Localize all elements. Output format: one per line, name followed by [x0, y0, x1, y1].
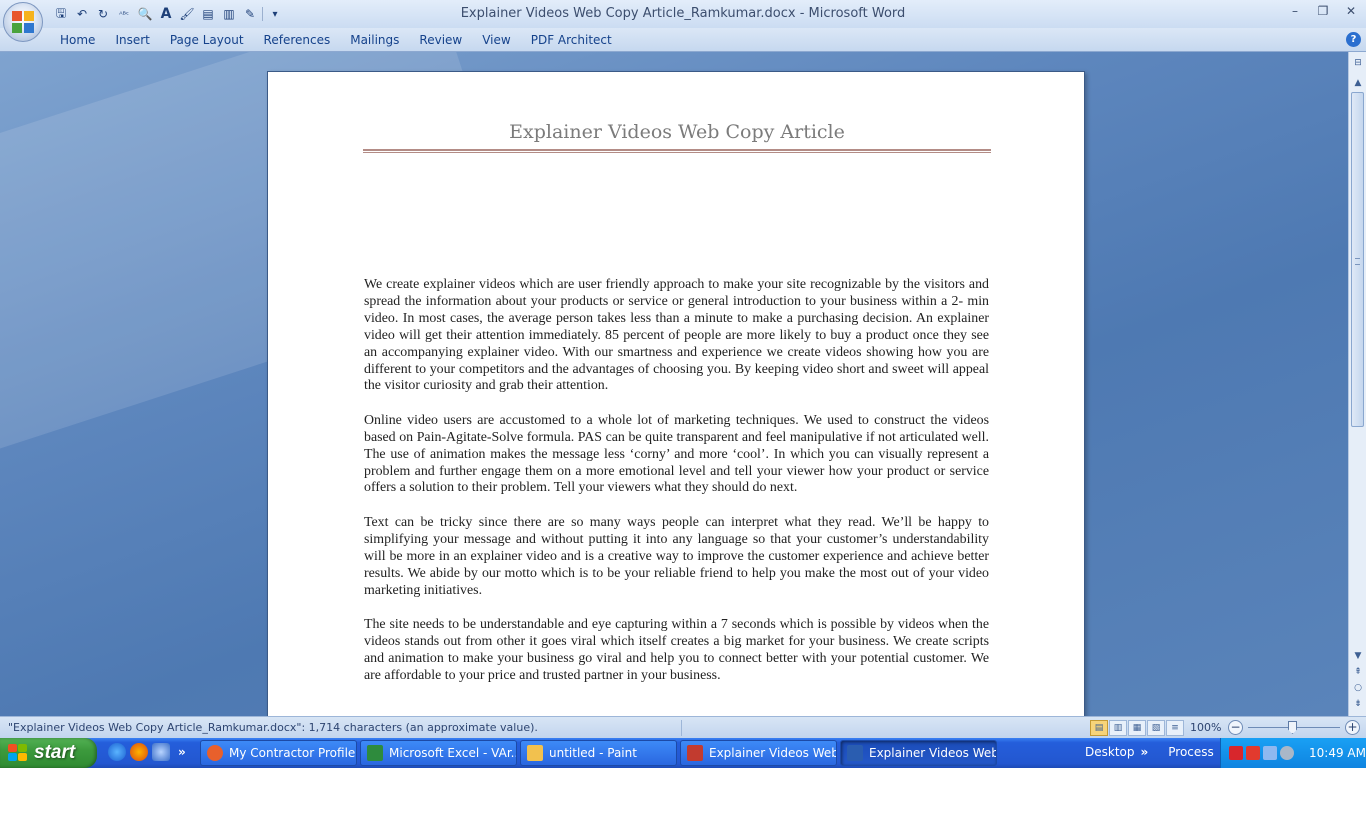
toolbar-process[interactable]: Process» — [1168, 745, 1227, 759]
task-label: Explainer Videos Web... — [869, 746, 997, 760]
ruler-toggle-icon[interactable]: ⊟ — [1351, 56, 1365, 70]
ribbon-tabs: Home Insert Page Layout References Maili… — [50, 28, 622, 52]
tab-home[interactable]: Home — [50, 28, 105, 52]
start-button[interactable]: start — [0, 738, 97, 768]
document-body: We create explainer videos which are use… — [364, 277, 989, 702]
print-layout-view-button[interactable]: ▤ — [1090, 720, 1108, 736]
windows-logo-icon — [8, 744, 28, 762]
vertical-scrollbar[interactable]: ⊟ ▲ ▼ ⇞ ○ ⇟ — [1348, 52, 1366, 716]
firefox-icon[interactable] — [130, 743, 148, 761]
task-button[interactable]: My Contractor Profile... — [200, 740, 357, 766]
excel-icon — [367, 745, 383, 761]
paragraph: Text can be tricky since there are so ma… — [364, 514, 989, 598]
next-page-button[interactable]: ⇟ — [1351, 697, 1365, 711]
task-label: Microsoft Excel - VAr... — [389, 746, 517, 760]
status-message: "Explainer Videos Web Copy Article_Ramku… — [8, 721, 538, 734]
tab-view[interactable]: View — [472, 28, 520, 52]
task-button[interactable]: Explainer Videos Web... — [680, 740, 837, 766]
browser-icon[interactable] — [152, 743, 170, 761]
task-buttons: My Contractor Profile... Microsoft Excel… — [200, 740, 997, 766]
title-bar: 🖫 ↶ ↻ ᴬᴮᶜ 🔍 A 🖌 ▤ ▥ ✎ ▾ Explainer Videos… — [0, 0, 1366, 28]
window-title: Explainer Videos Web Copy Article_Ramkum… — [460, 6, 906, 21]
document-page[interactable]: Explainer Videos Web Copy Article We cre… — [267, 71, 1085, 716]
tab-insert[interactable]: Insert — [105, 28, 159, 52]
paragraph: Online video users are accustomed to a w… — [364, 412, 989, 496]
scroll-down-button[interactable]: ▼ — [1351, 649, 1365, 663]
minimize-button[interactable]: – — [1288, 4, 1302, 18]
close-button[interactable]: ✕ — [1344, 4, 1358, 18]
restore-button[interactable]: ❐ — [1316, 4, 1330, 18]
tab-page-layout[interactable]: Page Layout — [160, 28, 254, 52]
ribbon-tab-bar: Home Insert Page Layout References Maili… — [0, 28, 1366, 52]
taskbar: start » My Contractor Profile... Microso… — [0, 738, 1366, 768]
security-icon[interactable] — [1246, 746, 1260, 760]
zoom-level[interactable]: 100% — [1190, 721, 1221, 734]
tab-mailings[interactable]: Mailings — [340, 28, 409, 52]
paint-icon — [527, 745, 543, 761]
start-label: start — [34, 742, 76, 763]
tab-references[interactable]: References — [254, 28, 341, 52]
acrobat-icon[interactable] — [1229, 746, 1243, 760]
document-title: Explainer Videos Web Copy Article — [509, 121, 845, 143]
internet-explorer-icon[interactable] — [108, 743, 126, 761]
scroll-thumb[interactable] — [1351, 92, 1364, 427]
zoom-slider-thumb[interactable] — [1288, 721, 1297, 734]
winrar-icon — [687, 745, 703, 761]
document-canvas: Explainer Videos Web Copy Article We cre… — [0, 52, 1348, 716]
outline-view-button[interactable]: ▧ — [1147, 720, 1165, 736]
office-logo-icon — [12, 11, 34, 33]
status-divider — [681, 720, 682, 736]
system-tray: 10:49 AM — [1220, 738, 1366, 768]
task-label: My Contractor Profile... — [229, 746, 357, 760]
quick-launch: » — [108, 743, 186, 761]
firefox-icon — [207, 745, 223, 761]
word-icon — [847, 745, 863, 761]
tab-review[interactable]: Review — [409, 28, 472, 52]
task-button[interactable]: untitled - Paint — [520, 740, 677, 766]
paragraph: We create explainer videos which are use… — [364, 277, 989, 394]
toolbar-desktop[interactable]: Desktop» — [1085, 745, 1148, 759]
title-underline — [363, 149, 991, 153]
scroll-up-button[interactable]: ▲ — [1351, 76, 1365, 90]
select-browse-object-button[interactable]: ○ — [1351, 681, 1365, 695]
task-label: Explainer Videos Web... — [709, 746, 837, 760]
view-buttons: ▤ ▥ ▦ ▧ ≡ — [1090, 720, 1184, 736]
previous-page-button[interactable]: ⇞ — [1351, 665, 1365, 679]
draft-view-button[interactable]: ≡ — [1166, 720, 1184, 736]
zoom-out-button[interactable]: − — [1228, 720, 1243, 735]
window-controls: – ❐ ✕ — [1288, 4, 1358, 18]
paragraph: The site needs to be understandable and … — [364, 616, 989, 683]
task-button-active[interactable]: Explainer Videos Web... — [840, 740, 997, 766]
zoom-in-button[interactable]: + — [1345, 720, 1360, 735]
clock[interactable]: 10:49 AM — [1309, 746, 1366, 760]
task-button[interactable]: Microsoft Excel - VAr... — [360, 740, 517, 766]
tab-pdf-architect[interactable]: PDF Architect — [521, 28, 622, 52]
quick-launch-more-icon[interactable]: » — [178, 745, 186, 759]
task-label: untitled - Paint — [549, 746, 637, 760]
network-icon[interactable] — [1263, 746, 1277, 760]
volume-icon[interactable] — [1280, 746, 1294, 760]
taskbar-toolbars: Desktop» Process» — [1085, 745, 1228, 759]
help-icon[interactable]: ? — [1346, 32, 1361, 47]
full-screen-reading-view-button[interactable]: ▥ — [1109, 720, 1127, 736]
status-bar: "Explainer Videos Web Copy Article_Ramku… — [0, 716, 1366, 738]
web-layout-view-button[interactable]: ▦ — [1128, 720, 1146, 736]
office-button[interactable] — [3, 2, 43, 42]
